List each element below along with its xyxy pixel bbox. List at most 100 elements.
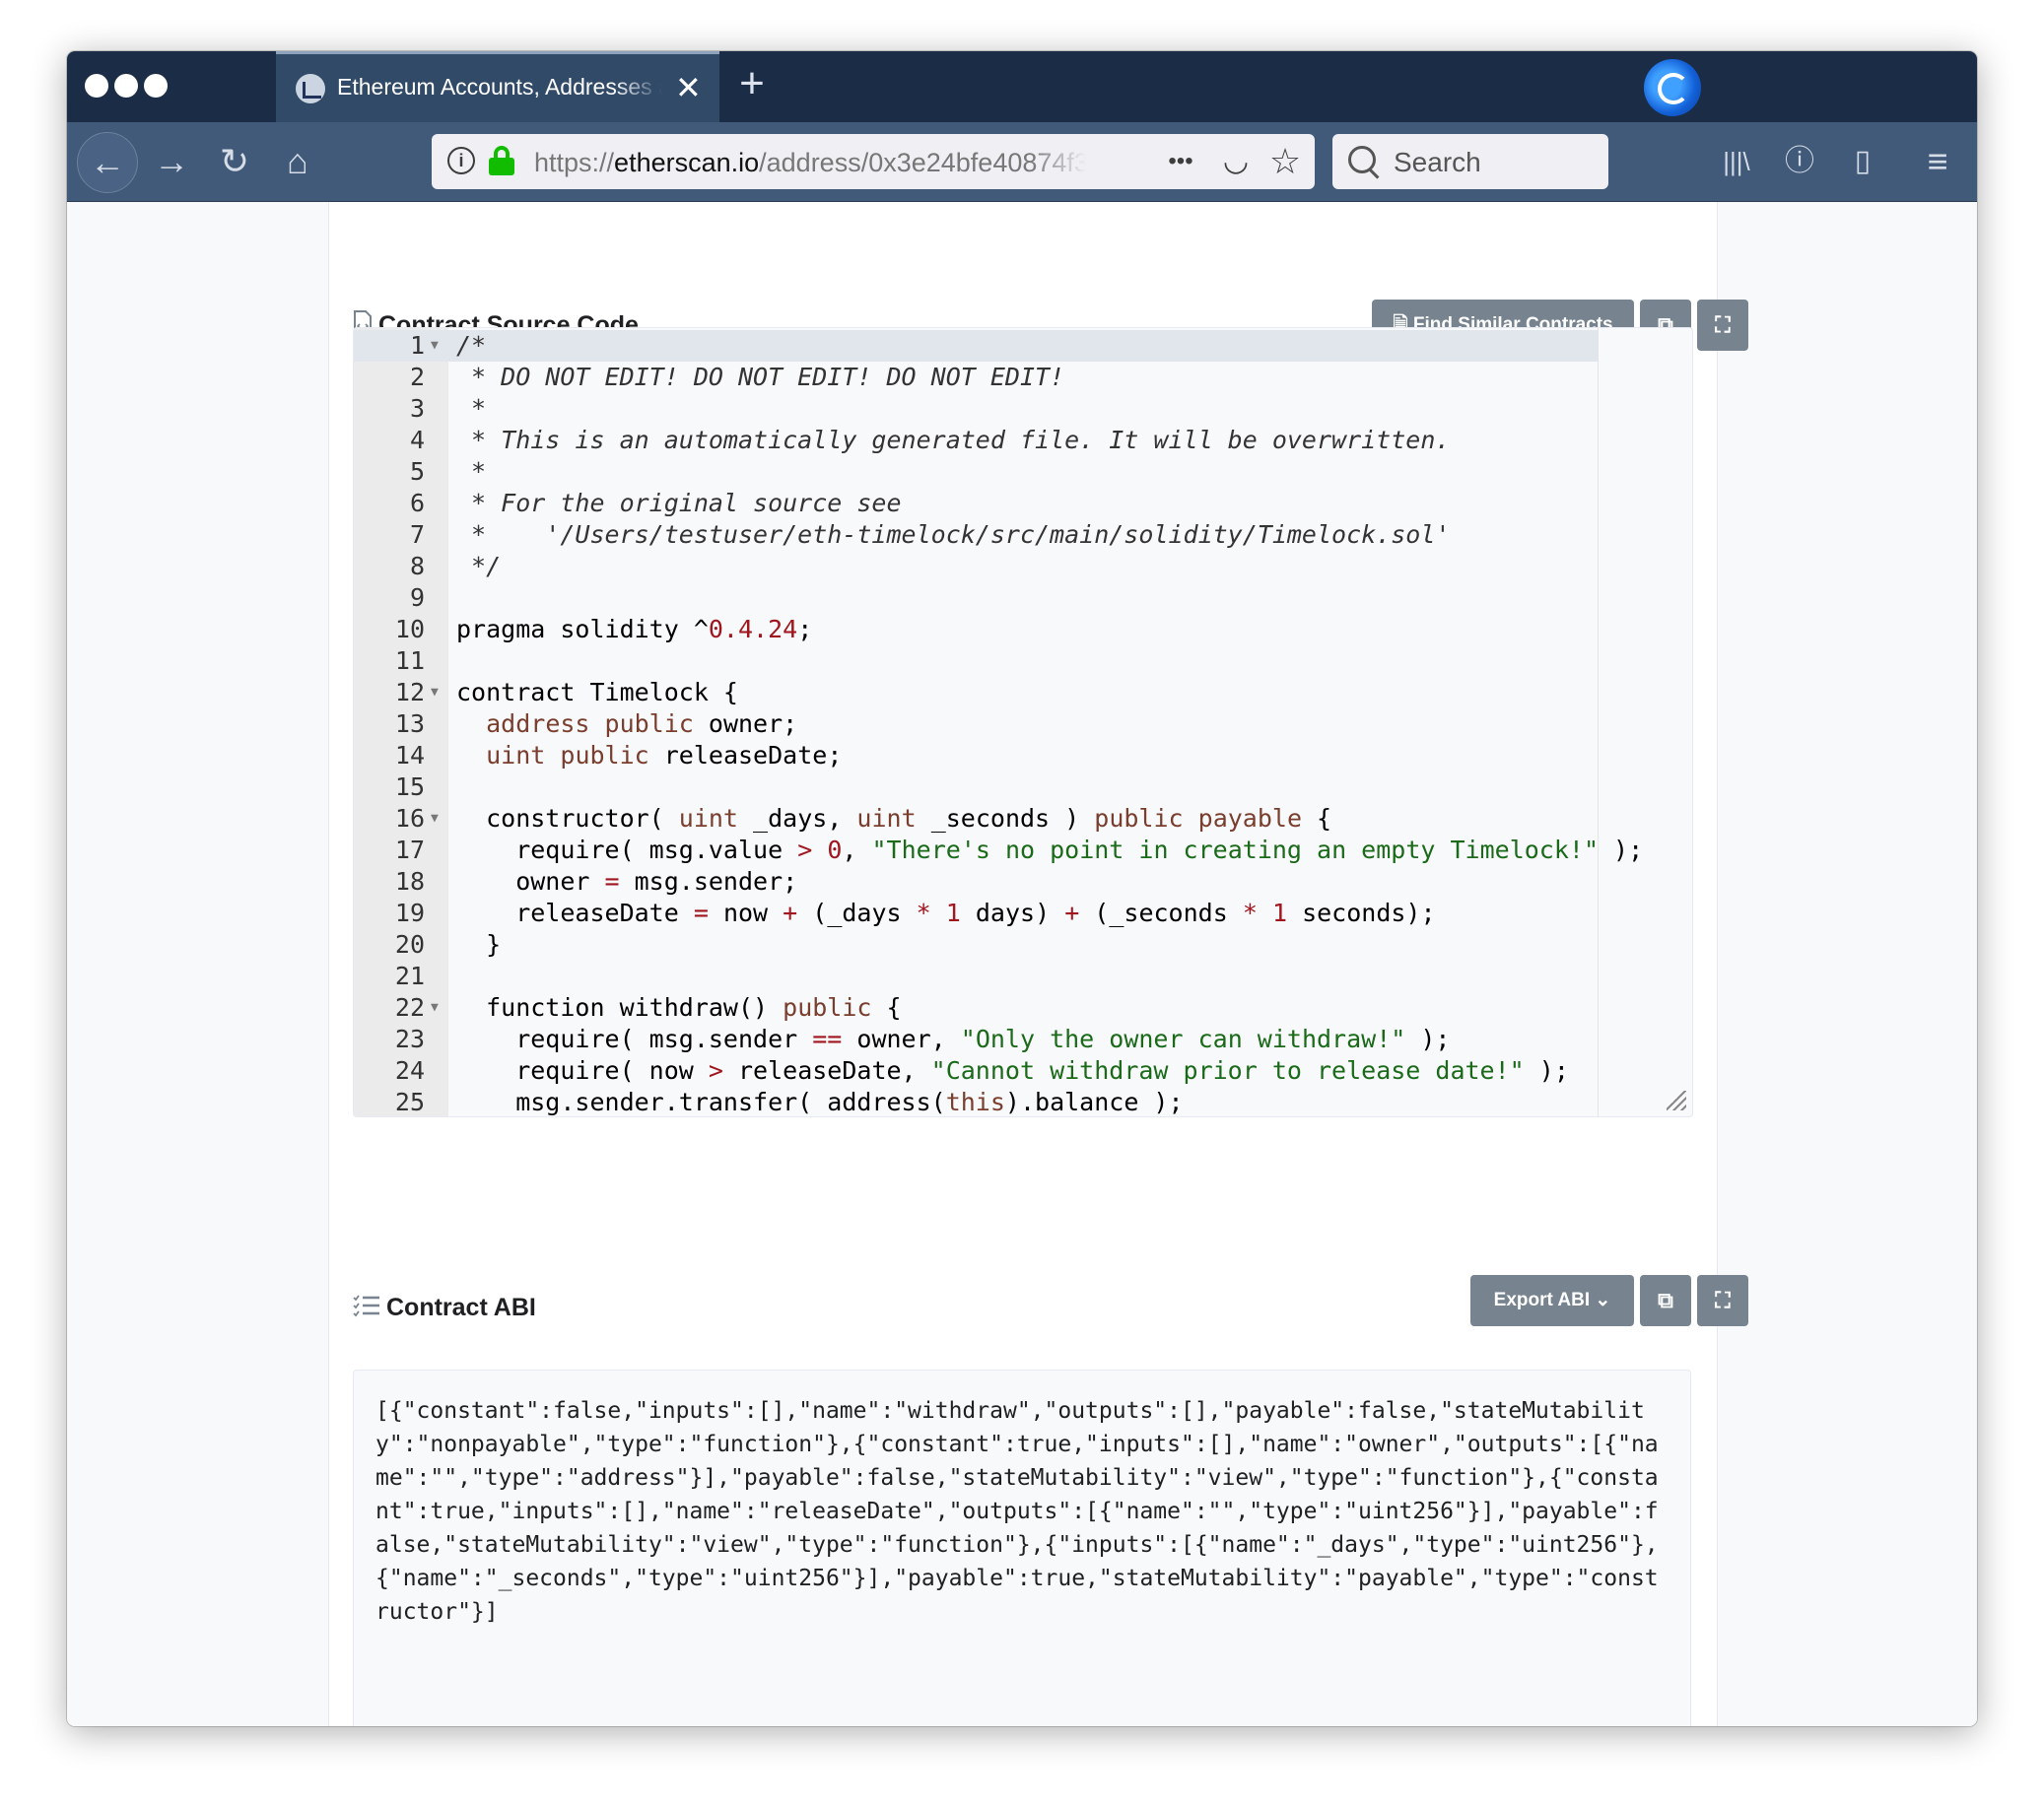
code-line[interactable]: 6 * For the original source see — [354, 488, 1598, 519]
line-number: 19 — [394, 899, 425, 927]
code-line[interactable]: 2 * DO NOT EDIT! DO NOT EDIT! DO NOT EDI… — [354, 362, 1598, 393]
code-line[interactable]: 3 * — [354, 393, 1598, 425]
code-text: constructor( uint _days, uint _seconds )… — [456, 804, 1332, 833]
line-number: 2 — [409, 363, 425, 391]
code-line[interactable]: 10 pragma solidity ^0.4.24; — [354, 614, 1598, 645]
code-text: */ — [456, 552, 502, 580]
code-text: pragma solidity ^0.4.24; — [456, 615, 813, 643]
tab-close-icon[interactable]: ✕ — [675, 68, 702, 107]
line-number: 24 — [394, 1056, 425, 1085]
export-abi-button[interactable]: Export ABI ⌄ — [1470, 1275, 1634, 1326]
chevron-down-icon: ⌄ — [1595, 1290, 1611, 1310]
abi-textarea[interactable]: [{"constant":false,"inputs":[],"name":"w… — [353, 1370, 1691, 1726]
back-button[interactable]: ← — [77, 132, 138, 193]
contract-card: Contract Source Code 🗎 Find Similar Cont… — [328, 202, 1748, 1726]
tab-strip: Ethereum Accounts, Addresses and Contrac… — [67, 51, 1977, 122]
minimize-window-dot[interactable] — [114, 74, 138, 98]
url-bar[interactable]: i https://etherscan.io/address/0x3e24bfe… — [432, 134, 1315, 189]
code-line[interactable]: 20 } — [354, 929, 1598, 961]
print-margin — [1598, 328, 1599, 1116]
copy-abi-button[interactable]: ⧉ — [1640, 1275, 1691, 1326]
code-line[interactable]: 5 * — [354, 456, 1598, 488]
code-text: /* — [456, 331, 487, 360]
code-line[interactable]: 13 address public owner; — [354, 708, 1598, 740]
code-text: require( msg.value > 0, "There's no poin… — [456, 836, 1644, 864]
fold-arrow-icon[interactable]: ▼ — [431, 677, 439, 708]
line-number: 13 — [394, 709, 425, 738]
site-info-icon[interactable]: i — [447, 147, 475, 174]
pocket-icon[interactable]: ◡ — [1216, 144, 1256, 179]
fullscreen-source-button[interactable]: ⛶ — [1697, 300, 1748, 351]
code-line[interactable]: 18 owner = msg.sender; — [354, 866, 1598, 898]
url-text[interactable]: https://etherscan.io/address/0x3e24bfe40… — [534, 148, 1086, 178]
lock-icon — [489, 146, 514, 175]
fold-arrow-icon[interactable]: ▼ — [431, 803, 439, 835]
code-line[interactable]: 8 */ — [354, 551, 1598, 582]
fullscreen-icon: ⛶ — [1715, 1288, 1731, 1312]
library-icon[interactable]: |||\ — [1715, 140, 1758, 183]
line-number: 8 — [409, 552, 425, 580]
code-line[interactable]: 19 releaseDate = now + (_days * 1 days) … — [354, 898, 1598, 929]
tab-etherscan[interactable]: Ethereum Accounts, Addresses and Contrac… — [276, 51, 719, 122]
code-line[interactable]: 1 ▼ /* — [354, 330, 1598, 362]
code-line[interactable]: 16 ▼ constructor( uint _days, uint _secon… — [354, 803, 1598, 835]
code-line[interactable]: 25 msg.sender.transfer( address(this).ba… — [354, 1087, 1598, 1116]
line-number: 5 — [409, 457, 425, 486]
code-line[interactable]: 22 ▼ function withdraw() public { — [354, 992, 1598, 1024]
resize-handle-icon[interactable] — [1667, 1091, 1686, 1110]
code-text: owner = msg.sender; — [456, 867, 798, 896]
reload-button[interactable]: ↻ — [211, 138, 258, 185]
line-number: 18 — [394, 867, 425, 896]
code-text: uint public releaseDate; — [486, 741, 843, 770]
code-line[interactable]: 14 uint public releaseDate; — [354, 740, 1598, 771]
extension-info-icon[interactable]: ⓘ — [1778, 140, 1821, 183]
line-number: 20 — [394, 930, 425, 959]
line-number: 11 — [394, 646, 425, 675]
hamburger-menu-icon[interactable]: ≡ — [1916, 140, 1959, 183]
url-domain: etherscan.io — [614, 148, 760, 177]
source-code-editor[interactable]: 1 ▼/* 2 * DO NOT EDIT! DO NOT EDIT! DO NOT… — [353, 327, 1693, 1117]
close-window-dot[interactable] — [85, 74, 108, 98]
line-number: 15 — [394, 772, 425, 801]
code-line[interactable]: 17 require( msg.value > 0, "There's no p… — [354, 835, 1643, 866]
url-scheme: https:// — [534, 148, 615, 177]
code-line[interactable]: 23 require( msg.sender == owner, "Only t… — [354, 1024, 1598, 1055]
forward-button[interactable]: → — [148, 138, 195, 185]
sidebar-toggle-icon[interactable]: ▯ — [1841, 140, 1884, 183]
code-text: * DO NOT EDIT! DO NOT EDIT! DO NOT EDIT! — [456, 363, 1065, 391]
line-number: 14 — [394, 741, 425, 770]
code-text: * — [456, 457, 487, 486]
zoom-window-dot[interactable] — [144, 74, 168, 98]
line-number: 12 — [394, 678, 425, 706]
code-text: require( msg.sender == owner, "Only the … — [456, 1025, 1451, 1053]
page-actions-icon[interactable]: ••• — [1161, 144, 1200, 179]
code-line[interactable]: 21 — [354, 961, 1598, 992]
search-bar[interactable]: Search — [1332, 134, 1608, 189]
code-line[interactable]: 4 * This is an automatically generated f… — [354, 425, 1598, 456]
navigation-toolbar: ← → ↻ ⌂ i https://etherscan.io/address/0… — [67, 122, 1977, 202]
line-number: 7 — [409, 520, 425, 549]
code-text: * '/Users/testuser/eth-timelock/src/main… — [456, 520, 1451, 549]
code-line[interactable]: 11 — [354, 645, 1598, 677]
fold-arrow-icon[interactable]: ▼ — [431, 330, 439, 362]
code-text: address public owner; — [486, 709, 798, 738]
code-line[interactable]: 15 — [354, 771, 1598, 803]
code-text: * For the original source see — [456, 489, 902, 517]
bookmark-star-icon[interactable]: ☆ — [1265, 144, 1305, 179]
code-line[interactable]: 7 * '/Users/testuser/eth-timelock/src/ma… — [354, 519, 1598, 551]
line-number: 25 — [394, 1088, 425, 1116]
line-number: 16 — [394, 804, 425, 833]
code-line[interactable]: 9 — [354, 582, 1598, 614]
home-button[interactable]: ⌂ — [274, 138, 321, 185]
code-text: msg.sender.transfer( address(this).balan… — [456, 1088, 1184, 1116]
code-line[interactable]: 24 require( now > releaseDate, "Cannot w… — [354, 1055, 1598, 1087]
abi-heading: Contract ABI — [353, 1294, 536, 1324]
fullscreen-icon: ⛶ — [1715, 312, 1731, 337]
list-icon — [353, 1294, 380, 1324]
new-tab-button[interactable]: + — [727, 59, 777, 108]
fold-arrow-icon[interactable]: ▼ — [431, 992, 439, 1024]
url-path: /address/0x3e24bfe40874f3fe7b6dab48d8e05… — [759, 148, 1086, 177]
fullscreen-abi-button[interactable]: ⛶ — [1697, 1275, 1748, 1326]
code-line[interactable]: 12 ▼ contract Timelock { — [354, 677, 1598, 708]
copy-icon: ⧉ — [1658, 1288, 1673, 1312]
